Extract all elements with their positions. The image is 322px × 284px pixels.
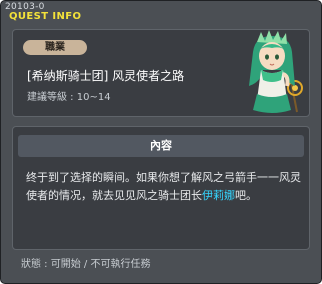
- window-title: QUEST INFO: [9, 11, 82, 22]
- job-badge: 職業: [23, 40, 87, 55]
- quest-status: 狀態 : 可開始 / 不可執行任務: [21, 259, 151, 270]
- npc-portrait-icon: [249, 30, 303, 113]
- npc-name-link[interactable]: 伊莉娜: [202, 189, 235, 202]
- quest-info-window: 20103-0 QUEST INFO 職業 [希纳斯骑士团] 风灵使者之路 建議…: [0, 0, 322, 284]
- quest-name: [希纳斯骑士团] 风灵使者之路: [27, 69, 185, 83]
- content-header: 內容: [18, 135, 304, 157]
- content-text: 终于到了选择的瞬间。如果你想了解风之弓箭手一一风灵使者的情况，就去见见风之骑士团…: [26, 171, 301, 202]
- content-text-end: 吧。: [235, 189, 257, 202]
- content-panel: 內容 终于到了选择的瞬间。如果你想了解风之弓箭手一一风灵使者的情况，就去见见风之…: [12, 126, 310, 250]
- content-body: 终于到了选择的瞬间。如果你想了解风之弓箭手一一风灵使者的情况，就去见见风之骑士团…: [26, 169, 302, 205]
- quest-header-panel: 職業 [希纳斯骑士团] 风灵使者之路 建議等級 : 10~14: [12, 29, 310, 117]
- recommended-level: 建議等級 : 10~14: [27, 92, 111, 103]
